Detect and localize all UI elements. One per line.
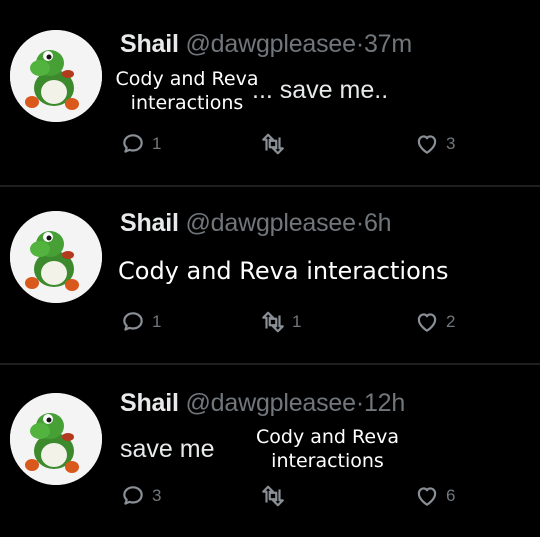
avatar-image [10,211,102,303]
display-name[interactable]: Shail [120,30,179,58]
tweet-header: Shail @dawgpleasee·37m [120,30,412,59]
display-name[interactable]: Shail [120,209,179,237]
retweet-button[interactable] [260,483,292,509]
timestamp[interactable]: 12h [364,389,405,417]
user-handle[interactable]: @dawgpleasee [186,389,357,417]
like-count: 3 [446,134,456,153]
retweet-button[interactable] [260,131,292,157]
avatar-image [10,30,102,122]
like-count: 2 [446,312,456,331]
user-handle[interactable]: @dawgpleasee [186,30,357,58]
tweet-actions: 1 3 [120,131,500,161]
yoshi-avatar[interactable] [10,393,102,485]
like-count: 6 [446,486,456,505]
tweet-header: Shail @dawgpleasee·6h [120,209,392,238]
retweet-icon [262,133,284,155]
tweet-actions: 3 6 [120,483,500,513]
tweet-text: Cody and Reva interactions [118,257,449,285]
caption-overlay: Cody and Reva interactions [256,426,399,472]
reply-button[interactable]: 1 [120,309,161,335]
tweet-text: ... save me.. [252,76,389,104]
tweet-text: save me [120,435,215,463]
reply-button[interactable]: 3 [120,483,161,509]
separator-dot: · [355,209,364,237]
tweet-header: Shail @dawgpleasee·12h [120,389,405,418]
retweet-icon [262,485,284,507]
heart-icon [417,487,437,506]
separator-dot: · [355,30,364,58]
reply-count: 1 [152,312,162,331]
retweet-button[interactable]: 1 [260,309,301,335]
yoshi-avatar[interactable] [10,211,102,303]
like-button[interactable]: 3 [414,131,455,157]
reply-count: 3 [152,486,162,505]
timestamp[interactable]: 6h [364,209,392,237]
avatar-image [10,393,102,485]
yoshi-avatar[interactable] [10,30,102,122]
tweet-feed: Shail @dawgpleasee·37m ... save me.. Cod… [0,0,540,537]
separator-dot: · [355,389,364,417]
reply-icon [123,134,143,153]
reply-icon [123,486,143,505]
user-handle[interactable]: @dawgpleasee [186,209,357,237]
tweet-2[interactable]: Shail @dawgpleasee·6h Cody and Reva inte… [0,187,540,363]
tweet-1[interactable]: Shail @dawgpleasee·37m ... save me.. Cod… [0,0,540,185]
retweet-icon [262,311,284,333]
like-button[interactable]: 2 [414,309,455,335]
display-name[interactable]: Shail [120,389,179,417]
tweet-actions: 1 1 2 [120,309,500,339]
reply-count: 1 [152,134,162,153]
retweet-count: 1 [292,312,302,331]
reply-icon [123,312,143,331]
timestamp[interactable]: 37m [364,30,412,58]
heart-icon [417,135,437,154]
like-button[interactable]: 6 [414,483,455,509]
heart-icon [417,313,437,332]
caption-overlay: Cody and Reva interactions [115,68,259,114]
tweet-3[interactable]: Shail @dawgpleasee·12h save me Cody and … [0,365,540,537]
reply-button[interactable]: 1 [120,131,161,157]
